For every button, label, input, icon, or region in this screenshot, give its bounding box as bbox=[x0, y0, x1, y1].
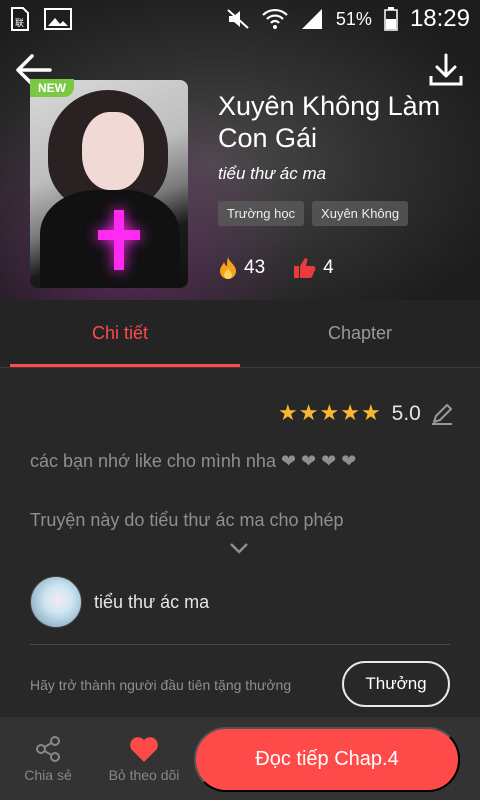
story-title: Xuyên Không Làm Con Gái bbox=[218, 91, 441, 153]
star-icon: ★ bbox=[298, 401, 319, 426]
heart-icon bbox=[130, 736, 158, 762]
star-icon: ★ bbox=[340, 401, 360, 426]
share-label: Chia sẻ bbox=[24, 766, 72, 783]
story-stats: 43 4 bbox=[218, 256, 334, 280]
genre-tags: Trường học Xuyên Không bbox=[218, 201, 409, 226]
tag-xuyen-khong[interactable]: Xuyên Không bbox=[312, 201, 409, 226]
battery-percent: 51% bbox=[335, 8, 372, 29]
wifi-icon bbox=[262, 8, 288, 29]
views-count: 43 bbox=[244, 257, 266, 278]
chevron-down-icon[interactable] bbox=[228, 538, 250, 558]
image-icon bbox=[44, 8, 72, 30]
description-line-1: các bạn nhớ like cho mình nha ❤ ❤ ❤ ❤ bbox=[30, 451, 357, 471]
likes-stat: 4 bbox=[293, 257, 334, 279]
tag-truong-hoc[interactable]: Trường học bbox=[218, 201, 305, 226]
unfollow-button[interactable]: Bỏ theo dõi bbox=[96, 735, 192, 783]
svg-text:联: 联 bbox=[15, 18, 24, 29]
new-badge: NEW bbox=[30, 79, 74, 97]
cover-image bbox=[30, 80, 188, 288]
avatar bbox=[30, 576, 82, 628]
fire-icon bbox=[220, 257, 236, 279]
story-author[interactable]: tiểu thư ác ma bbox=[218, 164, 326, 184]
sim-card-icon: 联 bbox=[11, 7, 29, 31]
rating-score: 5.0 bbox=[391, 402, 421, 425]
clock: 18:29 bbox=[409, 5, 470, 32]
tab-chapter[interactable]: Chapter bbox=[240, 300, 480, 367]
continue-reading-button[interactable]: Đọc tiếp Chap.4 bbox=[194, 727, 460, 792]
description-line-2: Truyện này do tiểu thư ác ma cho phép bbox=[30, 510, 344, 530]
divider bbox=[30, 644, 450, 645]
share-icon bbox=[36, 735, 60, 762]
thumbs-up-icon bbox=[294, 258, 316, 278]
uploader[interactable]: tiểu thư ác ma bbox=[30, 576, 209, 628]
battery-icon bbox=[384, 7, 398, 31]
tab-bar: Chi tiết Chapter bbox=[0, 300, 480, 368]
rating: ★ ★ ★ ★ ★ 5.0 bbox=[278, 402, 454, 426]
status-bar: 联 51% 18:29 bbox=[0, 0, 480, 38]
unfollow-label: Bỏ theo dõi bbox=[108, 766, 180, 783]
uploader-name: tiểu thư ác ma bbox=[94, 591, 210, 612]
reward-text: Hãy trở thành người đầu tiên tặng thưởng bbox=[30, 677, 292, 693]
download-icon[interactable] bbox=[428, 52, 464, 88]
signal-icon bbox=[301, 9, 322, 29]
tab-chi-tiet[interactable]: Chi tiết bbox=[0, 300, 240, 367]
reward-button[interactable]: Thưởng bbox=[342, 661, 450, 707]
pencil-icon[interactable] bbox=[430, 402, 454, 426]
likes-count: 4 bbox=[323, 257, 334, 278]
star-icon: ★ bbox=[360, 401, 381, 426]
views-stat: 43 bbox=[218, 256, 265, 280]
mute-icon bbox=[227, 9, 249, 29]
star-icon: ★ bbox=[278, 401, 298, 426]
star-icon: ★ bbox=[319, 401, 340, 426]
share-button[interactable]: Chia sẻ bbox=[0, 735, 96, 783]
